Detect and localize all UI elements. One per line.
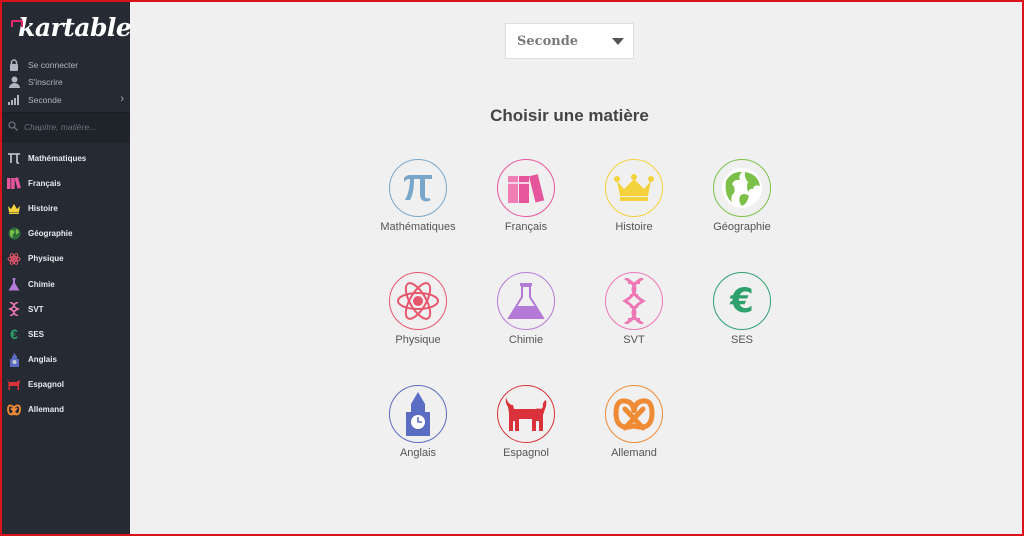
- page-title: Choisir une matière: [490, 106, 649, 125]
- sidebar-item-ses[interactable]: € SES: [0, 322, 130, 347]
- sidebar-item-label: Géographie: [28, 229, 73, 239]
- globe-icon: [7, 227, 21, 241]
- dna-icon: [605, 272, 663, 330]
- subject-label: Histoire: [615, 221, 653, 233]
- level-select[interactable]: Seconde: [505, 23, 634, 59]
- pi-icon: [389, 159, 447, 217]
- signup-label: S'inscrire: [28, 77, 63, 88]
- sidebar-item-mathematiques[interactable]: Mathématiques: [0, 146, 130, 171]
- globe-icon: [713, 159, 771, 217]
- sidebar-item-chimie[interactable]: Chimie: [0, 271, 130, 296]
- sidebar-item-label: Espagnol: [28, 380, 65, 390]
- books-icon: [497, 159, 555, 217]
- subject-label: Allemand: [611, 447, 657, 459]
- euro-icon: €: [10, 326, 18, 343]
- sidebar-item-label: Physique: [28, 254, 64, 264]
- subject-espagnol[interactable]: Espagnol: [471, 385, 581, 459]
- bull-icon: [7, 378, 21, 392]
- sidebar-item-label: SES: [28, 329, 45, 339]
- sidebar-item-physique[interactable]: Physique: [0, 246, 130, 271]
- search-bar[interactable]: Chapitre, matière...: [0, 111, 130, 142]
- pretzel-icon: [605, 385, 663, 443]
- pi-icon: [7, 151, 21, 165]
- subject-label: Mathématiques: [380, 221, 456, 233]
- sidebar-item-francais[interactable]: Français: [0, 171, 130, 196]
- subject-anglais[interactable]: Anglais: [363, 385, 473, 459]
- euro-icon: €: [713, 272, 771, 330]
- subject-ses[interactable]: € SES: [687, 272, 797, 346]
- subject-svt[interactable]: SVT: [579, 272, 689, 346]
- sidebar-item-svt[interactable]: SVT: [0, 297, 130, 322]
- sidebar-item-anglais[interactable]: Anglais: [0, 347, 130, 372]
- subject-label: Physique: [395, 334, 441, 346]
- pretzel-icon: [7, 403, 21, 417]
- subject-label: Anglais: [399, 447, 437, 459]
- level-select-value: Seconde: [517, 33, 579, 49]
- chevron-right-icon: ›: [120, 93, 124, 105]
- big-ben-icon: [389, 385, 447, 443]
- brand-logo[interactable]: kartable: [0, 0, 132, 54]
- subject-francais[interactable]: Français: [471, 159, 581, 233]
- subject-label: Chimie: [508, 334, 544, 346]
- signal-bars-icon: [8, 94, 20, 106]
- subject-label: Géographie: [713, 221, 771, 233]
- bull-icon: [497, 385, 555, 443]
- sidebar-item-label: Allemand: [28, 405, 65, 415]
- caret-down-icon: [612, 38, 624, 45]
- subject-label: Espagnol: [503, 447, 549, 459]
- big-ben-icon: [7, 352, 21, 367]
- atom-icon: [7, 252, 21, 266]
- lock-icon: [8, 59, 20, 71]
- brand-name: kartable: [18, 12, 132, 42]
- main-content: Seconde Choisir une matière Mathématique…: [130, 0, 1024, 536]
- sidebar-item-histoire[interactable]: Histoire: [0, 196, 130, 221]
- crown-icon: [7, 201, 21, 215]
- subject-chimie[interactable]: Chimie: [471, 272, 581, 346]
- signup-link[interactable]: S'inscrire: [0, 74, 130, 92]
- subject-physique[interactable]: Physique: [363, 272, 473, 346]
- sidebar-item-label: Mathématiques: [28, 153, 87, 163]
- user-icon: [8, 76, 20, 89]
- subject-nav: Mathématiques Français Histoire Géograph…: [0, 142, 130, 423]
- flask-icon: [497, 272, 555, 330]
- search-icon: [8, 118, 18, 136]
- subject-label: SVT: [623, 334, 645, 346]
- subject-geographie[interactable]: Géographie: [687, 159, 797, 233]
- login-label: Se connecter: [28, 59, 79, 70]
- atom-icon: [389, 272, 447, 330]
- subject-mathematiques[interactable]: Mathématiques: [363, 159, 473, 233]
- crown-icon: [605, 159, 663, 217]
- level-link[interactable]: Seconde ›: [0, 91, 130, 109]
- subject-label: Français: [504, 221, 548, 233]
- sidebar-item-geographie[interactable]: Géographie: [0, 221, 130, 246]
- books-icon: [7, 176, 21, 190]
- sidebar-item-label: Chimie: [28, 279, 55, 289]
- sidebar-item-label: Français: [28, 178, 61, 188]
- sidebar-item-label: Histoire: [28, 203, 58, 213]
- sidebar-item-label: SVT: [28, 304, 44, 314]
- sidebar: kartable Se connecter S'inscrire Seconde…: [0, 0, 132, 536]
- subject-allemand[interactable]: Allemand: [579, 385, 689, 459]
- login-link[interactable]: Se connecter: [0, 56, 130, 74]
- level-label: Seconde: [28, 94, 62, 105]
- subject-histoire[interactable]: Histoire: [579, 159, 689, 233]
- dna-icon: [7, 302, 21, 317]
- search-input[interactable]: Chapitre, matière...: [24, 122, 96, 132]
- sidebar-item-allemand[interactable]: Allemand: [0, 397, 130, 422]
- flask-icon: [7, 277, 21, 291]
- account-menu: Se connecter S'inscrire Seconde ›: [0, 54, 130, 109]
- sidebar-item-label: Anglais: [28, 355, 57, 365]
- sidebar-item-espagnol[interactable]: Espagnol: [0, 372, 130, 397]
- subject-label: SES: [730, 334, 753, 346]
